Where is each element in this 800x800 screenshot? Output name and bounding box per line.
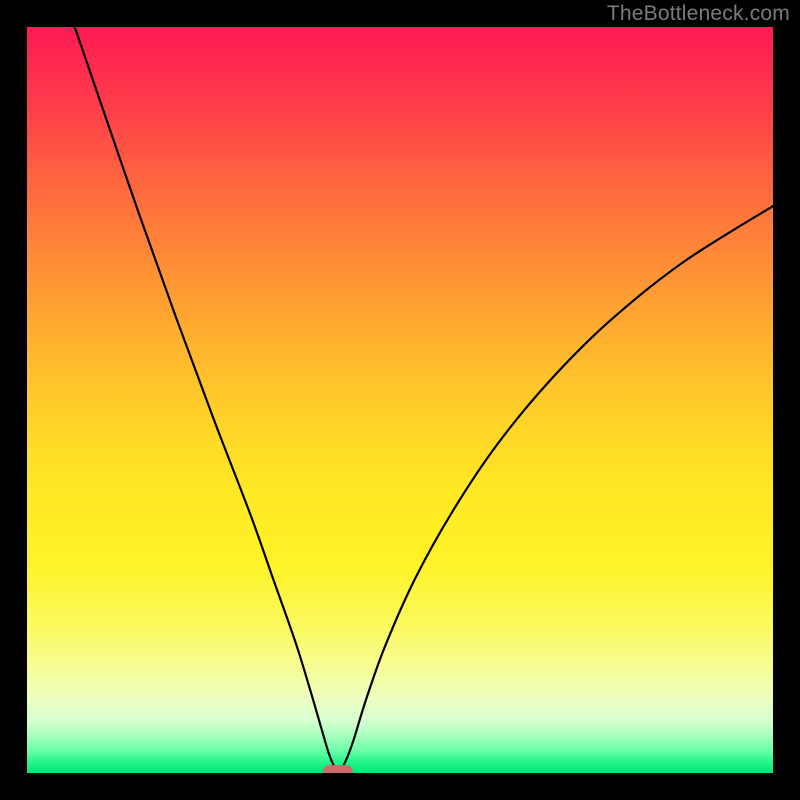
- optimal-point-marker: [323, 765, 353, 774]
- curve-layer: [27, 27, 773, 773]
- chart-frame: TheBottleneck.com: [0, 0, 800, 800]
- watermark-text: TheBottleneck.com: [607, 2, 790, 26]
- bottleneck-curve: [75, 27, 773, 771]
- plot-area: [27, 27, 773, 773]
